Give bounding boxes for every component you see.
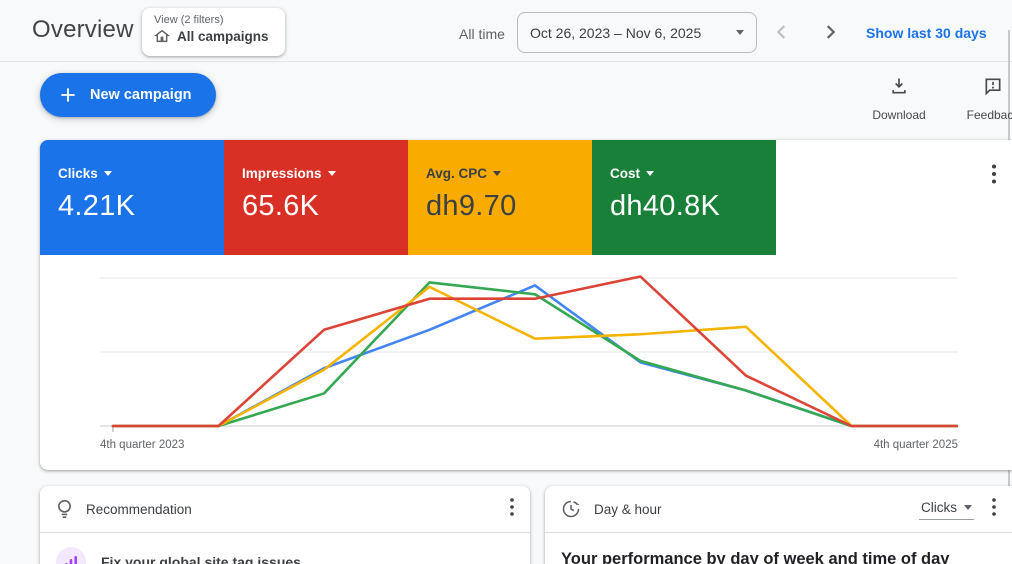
- x-axis-label-right: 4th quarter 2025: [873, 439, 958, 451]
- scorecard-cost[interactable]: Cost dh40.8K: [592, 140, 776, 255]
- download-label: Download: [872, 108, 926, 122]
- home-icon: [154, 28, 170, 44]
- performance-line-chart[interactable]: 4th quarter 2023 4th quarter 2025: [100, 266, 958, 451]
- scorecard-label: Cost: [610, 166, 640, 181]
- overview-summary-card: Clicks 4.21K Impressions 65.6K Avg. CPC …: [40, 140, 1012, 470]
- recommendation-item[interactable]: Fix your global site tag issues: [40, 533, 530, 564]
- metric-select-value: Clicks: [921, 500, 957, 515]
- download-button[interactable]: Download: [863, 76, 935, 122]
- kebab-menu-icon[interactable]: [510, 497, 514, 521]
- date-next-button[interactable]: [819, 21, 841, 43]
- lightbulb-icon: [56, 499, 73, 519]
- campaign-view-chip[interactable]: View (2 filters) All campaigns: [142, 8, 285, 56]
- chevron-down-icon[interactable]: [493, 171, 502, 176]
- view-chip-value: All campaigns: [177, 28, 269, 44]
- scorecard-avg-cpc[interactable]: Avg. CPC dh9.70: [408, 140, 592, 255]
- chevron-down-icon[interactable]: [103, 171, 112, 176]
- kebab-menu-icon[interactable]: [992, 497, 996, 521]
- day-hour-subtitle: Your performance by day of week and time…: [561, 550, 950, 564]
- metric-scorecards: Clicks 4.21K Impressions 65.6K Avg. CPC …: [40, 140, 776, 255]
- day-hour-card: Day & hour Clicks Your performance by da…: [545, 486, 1012, 564]
- scorecard-value: 4.21K: [58, 190, 136, 222]
- scorecard-clicks[interactable]: Clicks 4.21K: [40, 140, 224, 255]
- google-ads-overview-page: Overview View (2 filters) All campaigns …: [0, 0, 1012, 564]
- card-title: Recommendation: [86, 501, 192, 517]
- chart-canvas[interactable]: [100, 266, 958, 438]
- scorecard-value: 65.6K: [242, 190, 320, 222]
- clock-icon: [561, 499, 581, 519]
- chevron-down-icon[interactable]: [646, 171, 654, 176]
- bar-chart-icon: [56, 547, 86, 564]
- date-preset-label: All time: [459, 26, 505, 42]
- chevron-down-icon[interactable]: [327, 171, 336, 176]
- download-icon: [889, 76, 909, 96]
- recommendation-item-text: Fix your global site tag issues: [101, 554, 301, 564]
- scorecard-value: dh40.8K: [610, 190, 721, 222]
- feedback-button[interactable]: Feedback: [957, 76, 1012, 122]
- scorecard-label: Clicks: [58, 166, 98, 181]
- feedback-label: Feedback: [966, 108, 1012, 122]
- scorecard-label: Impressions: [242, 166, 322, 181]
- scorecard-label: Avg. CPC: [426, 166, 488, 181]
- scorecard-value: dh9.70: [426, 190, 517, 222]
- chevron-down-icon: [736, 30, 744, 35]
- x-axis-label-left: 4th quarter 2023: [100, 439, 185, 451]
- date-prev-button[interactable]: [771, 21, 793, 43]
- metric-select-dropdown[interactable]: Clicks: [919, 498, 974, 520]
- feedback-icon: [983, 76, 1003, 96]
- page-title: Overview: [32, 16, 134, 43]
- card-title: Day & hour: [594, 501, 662, 517]
- scorecard-impressions[interactable]: Impressions 65.6K: [224, 140, 408, 255]
- chevron-down-icon: [964, 505, 972, 510]
- date-range-selector[interactable]: Oct 26, 2023 – Nov 6, 2025: [517, 12, 757, 53]
- topbar-divider: [0, 61, 1012, 62]
- date-range-value: Oct 26, 2023 – Nov 6, 2025: [530, 24, 702, 41]
- view-chip-caption: View (2 filters): [154, 14, 224, 26]
- plus-icon: [58, 85, 78, 105]
- recommendation-card: Recommendation Fix your global site tag …: [40, 486, 530, 564]
- new-campaign-label: New campaign: [90, 87, 192, 103]
- kebab-menu-icon[interactable]: [992, 164, 996, 189]
- new-campaign-button[interactable]: New campaign: [40, 73, 216, 117]
- show-last-30-days-link[interactable]: Show last 30 days: [866, 25, 987, 41]
